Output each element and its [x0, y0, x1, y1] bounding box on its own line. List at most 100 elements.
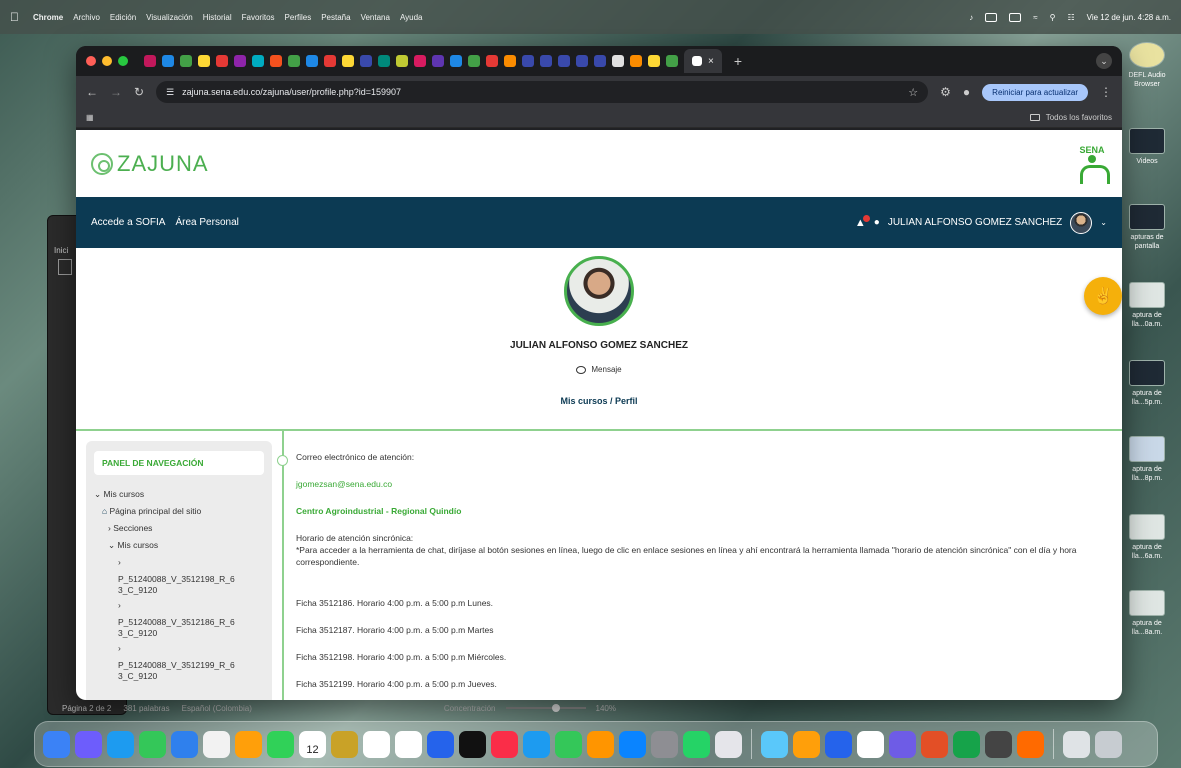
breadcrumb-mis-cursos[interactable]: Mis cursos	[560, 396, 607, 406]
tab-favicon-icon[interactable]	[540, 55, 552, 67]
menu-perfiles[interactable]: Perfiles	[285, 13, 312, 22]
user-avatar[interactable]	[1070, 211, 1093, 234]
control-center-icon[interactable]: ☷	[1067, 13, 1074, 22]
breadcrumb-perfil[interactable]: Perfil	[615, 396, 638, 406]
safari-icon[interactable]	[107, 730, 134, 758]
wifi-icon[interactable]: ≈	[1033, 13, 1037, 22]
battery-icon[interactable]	[1009, 12, 1022, 22]
tab-favicon-icon[interactable]	[180, 55, 192, 67]
address-bar[interactable]: ☰ zajuna.sena.edu.co/zajuna/user/profile…	[156, 81, 929, 103]
site-info-icon[interactable]: ☰	[166, 87, 174, 98]
zoom-window-icon[interactable]	[118, 56, 128, 66]
desktop-item-capturas[interactable]: apturas de pantalla	[1118, 204, 1176, 251]
restart-to-update-button[interactable]: Reiniciar para actualizar	[982, 83, 1088, 101]
tab-favicon-icon[interactable]	[144, 55, 156, 67]
send-message-link[interactable]: Mensaje	[76, 365, 1122, 374]
tree-item-mis-cursos[interactable]: ⌄ Mis cursos	[94, 540, 264, 551]
calculator-icon[interactable]	[985, 730, 1012, 758]
tab-favicon-icon[interactable]	[576, 55, 588, 67]
desktop-item-videos[interactable]: Videos	[1118, 128, 1176, 166]
tab-favicon-icon[interactable]	[234, 55, 246, 67]
desktop-item-screenshot-2[interactable]: aptura de lla...5p.m.	[1118, 360, 1176, 407]
desktop-item-screenshot-5[interactable]: aptura de lla...8a.m.	[1118, 590, 1176, 637]
tab-favicon-icon[interactable]	[342, 55, 354, 67]
whatsapp-icon[interactable]	[683, 730, 710, 758]
menu-visualizacion[interactable]: Visualización	[146, 13, 193, 22]
close-tab-icon[interactable]: ×	[708, 56, 714, 67]
address-url[interactable]: zajuna.sena.edu.co/zajuna/user/profile.p…	[182, 87, 401, 97]
zajuna-logo[interactable]: ZAJUNA	[91, 151, 209, 177]
tab-favicon-icon[interactable]	[468, 55, 480, 67]
finder-icon[interactable]	[43, 730, 70, 758]
nav-link-area-personal[interactable]: Área Personal	[175, 217, 238, 228]
menu-ayuda[interactable]: Ayuda	[400, 13, 423, 22]
mail-icon[interactable]	[171, 730, 198, 758]
kebab-menu-icon[interactable]: ⋮	[1100, 85, 1112, 99]
audio-icon[interactable]: ♪	[969, 13, 973, 22]
tab-favicon-icon[interactable]	[486, 55, 498, 67]
pages-icon[interactable]	[587, 730, 614, 758]
email-link[interactable]: jgomezsan@sena.edu.co	[296, 478, 1110, 490]
help-handshake-button[interactable]: ✌	[1084, 277, 1122, 315]
tab-favicon-icon[interactable]	[252, 55, 264, 67]
tab-favicon-icon[interactable]	[612, 55, 624, 67]
menu-pestana[interactable]: Pestaña	[321, 13, 350, 22]
desktop-item-screenshot-4[interactable]: aptura de lla...6a.m.	[1118, 514, 1176, 561]
freeform-icon[interactable]	[395, 730, 422, 758]
tree-item-course[interactable]: › P_51240088_V_3512198_R_6 3_C_9120	[94, 557, 264, 596]
messages-chat-icon[interactable]: ●	[874, 217, 880, 228]
books-icon[interactable]	[793, 730, 820, 758]
menu-edicion[interactable]: Edición	[110, 13, 136, 22]
tab-favicon-icon[interactable]	[450, 55, 462, 67]
tab-favicon-icon[interactable]	[216, 55, 228, 67]
chrome-app-icon[interactable]	[857, 730, 884, 758]
firefox-icon[interactable]	[1017, 730, 1044, 758]
messages-icon[interactable]	[139, 730, 166, 758]
profile-icon[interactable]: ●	[963, 85, 970, 99]
preview-icon[interactable]	[715, 730, 742, 758]
minimize-window-icon[interactable]	[102, 56, 112, 66]
screen-sharing-icon[interactable]	[761, 730, 788, 758]
menu-archivo[interactable]: Archivo	[73, 13, 100, 22]
facetime-icon[interactable]	[267, 730, 294, 758]
keynote-icon[interactable]	[427, 730, 454, 758]
bookmark-star-icon[interactable]: ☆	[908, 86, 918, 99]
apps-grid-icon[interactable]: ▦	[86, 113, 94, 122]
forward-arrow-icon[interactable]: →	[110, 85, 122, 99]
tree-item-secciones[interactable]: › Secciones	[94, 523, 264, 534]
tab-favicon-icon[interactable]	[270, 55, 282, 67]
reload-icon[interactable]: ↻	[134, 85, 144, 99]
tab-favicon-icon[interactable]	[288, 55, 300, 67]
calendar-icon[interactable]: 12	[299, 730, 326, 758]
zoom-slider[interactable]	[505, 704, 586, 712]
reminders-icon[interactable]	[363, 730, 390, 758]
tab-favicon-icon[interactable]	[414, 55, 426, 67]
tree-item-mis-cursos-root[interactable]: ⌄ Mis cursos	[94, 489, 264, 500]
navbar-user-name[interactable]: JULIAN ALFONSO GOMEZ SANCHEZ	[888, 217, 1062, 228]
launchpad-icon[interactable]	[75, 730, 102, 758]
notifications-bell-icon[interactable]: ▲	[855, 214, 870, 229]
tab-favicon-icon[interactable]	[360, 55, 372, 67]
maps-icon[interactable]	[203, 730, 230, 758]
tab-favicon-icon[interactable]	[396, 55, 408, 67]
tab-favicon-icon[interactable]	[306, 55, 318, 67]
tab-favicon-icon[interactable]	[666, 55, 678, 67]
tab-favicon-icon[interactable]	[558, 55, 570, 67]
numbers-icon[interactable]	[555, 730, 582, 758]
menubar-datetime[interactable]: Vie 12 de jun. 4:28 a.m.	[1087, 13, 1171, 22]
trash-icon[interactable]	[1095, 730, 1122, 758]
tree-item-home[interactable]: ⌂ Página principal del sitio	[94, 506, 264, 517]
tab-favicon-icon[interactable]	[648, 55, 660, 67]
keyboard-layout-icon[interactable]	[985, 12, 998, 22]
pages-language[interactable]: Español (Colombia)	[182, 704, 252, 713]
photos-icon[interactable]	[235, 730, 262, 758]
tab-favicon-icon[interactable]	[594, 55, 606, 67]
apple-icon[interactable]: 	[10, 10, 19, 24]
all-bookmarks-folder[interactable]: Todos los favoritos	[1046, 113, 1112, 122]
sena-logo[interactable]: SENA	[1077, 145, 1110, 184]
tab-search-icon[interactable]: ⌄	[1096, 53, 1112, 69]
office-icon[interactable]	[921, 730, 948, 758]
tab-favicon-icon[interactable]	[378, 55, 390, 67]
notes-app-icon[interactable]	[331, 730, 358, 758]
tab-favicon-icon[interactable]	[630, 55, 642, 67]
